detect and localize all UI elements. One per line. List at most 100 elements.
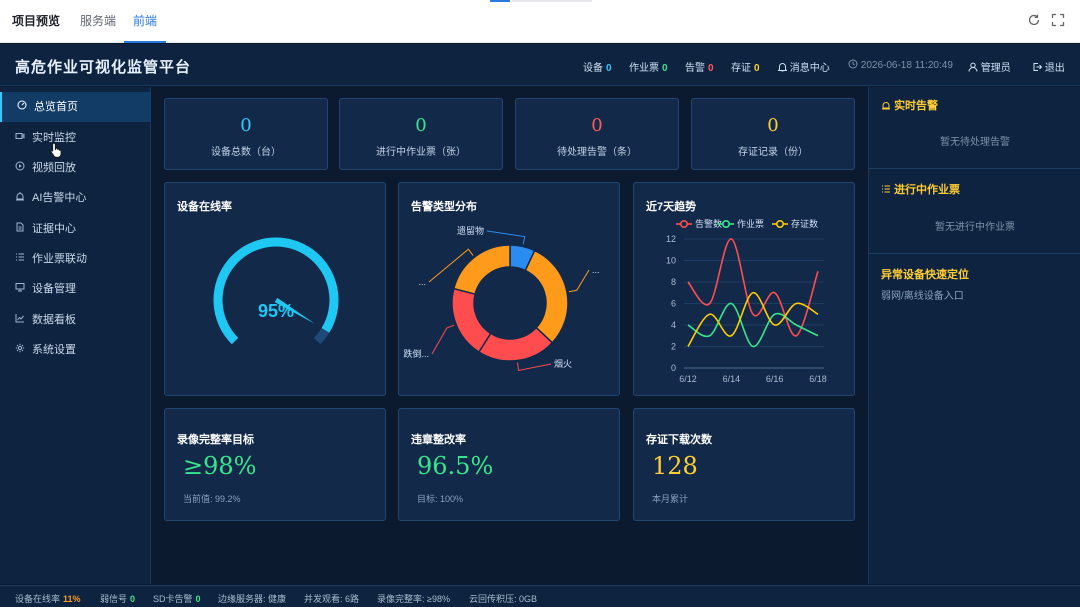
- donut-slice-label: 跌倒...: [403, 348, 429, 359]
- stat-value: 0: [415, 115, 427, 136]
- donut-leader-line: [568, 269, 590, 293]
- sidebar-item-label: 证据中心: [32, 223, 76, 235]
- hand-cursor-icon: [50, 142, 62, 158]
- alarm-icon: [882, 102, 890, 110]
- tab-frontend[interactable]: 前端: [124, 0, 166, 43]
- donut-slice[interactable]: [452, 244, 511, 295]
- list-icon: [14, 244, 26, 274]
- sidebar-item-playback[interactable]: 视频回放: [0, 153, 151, 183]
- header-evidence-count[interactable]: 存证 0: [731, 59, 760, 74]
- user-icon: [968, 62, 978, 72]
- right-panel: 实时告警 暂无待处理告警 进行中作业票 暂无进行中作业票 异常设备快速定位 弱网…: [868, 87, 1080, 584]
- donut-slice-label: 遗留物: [457, 225, 484, 236]
- stat-card-alarms[interactable]: 0 待处理告警（条）: [515, 98, 679, 170]
- stat-label: 设备总数（台）: [211, 147, 281, 158]
- sidebar-item-live-monitor[interactable]: 实时监控: [0, 123, 151, 153]
- message-center-button[interactable]: 消息中心: [777, 59, 830, 74]
- stat-label: 存证记录（份）: [738, 147, 808, 158]
- footer-sd-value: 0: [195, 594, 201, 604]
- stat-card-evidence[interactable]: 0 存证记录（份）: [691, 98, 855, 170]
- y-tick-label: 8: [671, 277, 676, 287]
- user-name: 管理员: [980, 63, 1011, 74]
- stat-card-tickets[interactable]: 0 进行中作业票（张）: [339, 98, 503, 170]
- preview-top-indicator: [490, 0, 510, 2]
- user-menu[interactable]: 管理员: [968, 59, 1011, 74]
- x-tick-label: 6/18: [809, 374, 827, 384]
- footer-online-rate: 设备在线率 11%: [15, 592, 81, 605]
- legend-marker: [776, 219, 785, 228]
- x-tick-label: 6/16: [766, 374, 784, 384]
- video-integrity-sub: 当前值: 99.2%: [183, 494, 241, 504]
- legend-marker: [679, 219, 688, 228]
- y-tick-label: 12: [666, 234, 676, 244]
- tab-server[interactable]: 服务端: [80, 0, 116, 43]
- preview-title: 项目预览: [12, 14, 61, 28]
- stat-value: 0: [591, 115, 603, 136]
- header-alarm-count[interactable]: 告警 0: [685, 59, 714, 74]
- y-tick-label: 10: [666, 256, 676, 266]
- legend-label: 作业票: [737, 218, 764, 229]
- chart-icon: [14, 305, 26, 335]
- alarm-type-panel: 告警类型分布 遗留物... 烟火 跌倒......: [398, 182, 620, 396]
- sidebar-item-label: 作业票联动: [32, 253, 87, 265]
- header-alarm-value: 0: [708, 63, 714, 74]
- realtime-alarm-title: 实时告警: [881, 97, 938, 113]
- legend-label: 告警数: [695, 218, 722, 229]
- rectify-rate-sub: 目标: 100%: [417, 494, 464, 504]
- series-line[interactable]: [687, 238, 819, 337]
- video-integrity-panel: 录像完整率目标 ≥98% 当前值: 99.2%: [164, 408, 386, 521]
- x-tick-label: 6/14: [723, 374, 741, 384]
- divider: [869, 253, 1080, 254]
- footer-cloud-backlog: 云回传积压: 0GB: [469, 594, 538, 604]
- footer-online-value: 11%: [63, 594, 81, 604]
- sidebar-item-ai-alarm[interactable]: AI告警中心: [0, 183, 151, 213]
- download-count-panel: 存证下载次数 128 本月累计: [633, 408, 855, 521]
- download-count-value: 128: [652, 452, 698, 480]
- gear-icon: [14, 335, 26, 365]
- header-ticket-count[interactable]: 作业票 0: [629, 59, 668, 74]
- header-device-count[interactable]: 设备 0: [583, 59, 612, 74]
- device-locate-title: 异常设备快速定位: [881, 269, 969, 281]
- fullscreen-icon[interactable]: [1050, 13, 1066, 29]
- stat-value: 0: [767, 115, 779, 136]
- legend-item[interactable]: 作业票: [718, 218, 764, 229]
- legend-item[interactable]: 告警数: [676, 218, 722, 229]
- legend-marker: [722, 219, 731, 228]
- clock-icon: [848, 59, 858, 69]
- logout-icon: [1033, 63, 1043, 71]
- header-datetime: 2026-06-18 11:20:49: [848, 59, 953, 71]
- donut-slice[interactable]: [524, 249, 569, 344]
- header-evidence-value: 0: [754, 63, 760, 74]
- footer-sd-alarm: SD卡告警 0: [153, 592, 201, 605]
- y-tick-label: 6: [671, 299, 676, 309]
- footer-weak-signal: 弱信号 0: [100, 592, 135, 605]
- donut-leader-line: [517, 362, 552, 372]
- section-title-text: 实时告警: [894, 100, 939, 112]
- logout-button[interactable]: 退出: [1032, 59, 1065, 74]
- stat-card-devices[interactable]: 0 设备总数（台）: [164, 98, 328, 170]
- sidebar-item-devices[interactable]: 设备管理: [0, 274, 151, 304]
- sidebar-item-settings[interactable]: 系统设置: [0, 335, 151, 365]
- section-title-text: 进行中作业票: [894, 184, 961, 196]
- active-tickets-title: 进行中作业票: [881, 181, 960, 197]
- refresh-icon[interactable]: [1026, 13, 1042, 29]
- donut-slice-label: 烟火: [554, 358, 572, 369]
- sidebar-item-data-board[interactable]: 数据看板: [0, 305, 151, 335]
- legend-label: 存证数: [791, 218, 818, 229]
- sidebar-item-label: 设备管理: [32, 283, 76, 295]
- sidebar-item-label: 总览首页: [34, 101, 78, 113]
- panel-title: 存证下载次数: [646, 434, 712, 446]
- y-tick-label: 4: [671, 320, 676, 330]
- legend-item[interactable]: 存证数: [772, 218, 818, 229]
- line-chart: 0 2 4 6 8 10 12 6/12 6/14 6/16 6/18 告警数 作业票 存证数: [666, 218, 827, 384]
- sidebar-item-overview[interactable]: 总览首页: [0, 92, 151, 122]
- footer-viewers: 并发观看: 6路: [304, 594, 360, 604]
- sidebar-item-label: AI告警中心: [32, 192, 87, 204]
- donut-slice[interactable]: [451, 287, 492, 354]
- donut-chart: 遗留物... 烟火 跌倒......: [403, 225, 600, 372]
- weak-offline-device-link[interactable]: 弱网/离线设备入口: [881, 287, 964, 302]
- sidebar-item-ticket-link[interactable]: 作业票联动: [0, 244, 151, 274]
- sidebar-item-evidence[interactable]: 证据中心: [0, 214, 151, 244]
- series-line[interactable]: [687, 291, 819, 347]
- logout-label: 退出: [1044, 63, 1065, 74]
